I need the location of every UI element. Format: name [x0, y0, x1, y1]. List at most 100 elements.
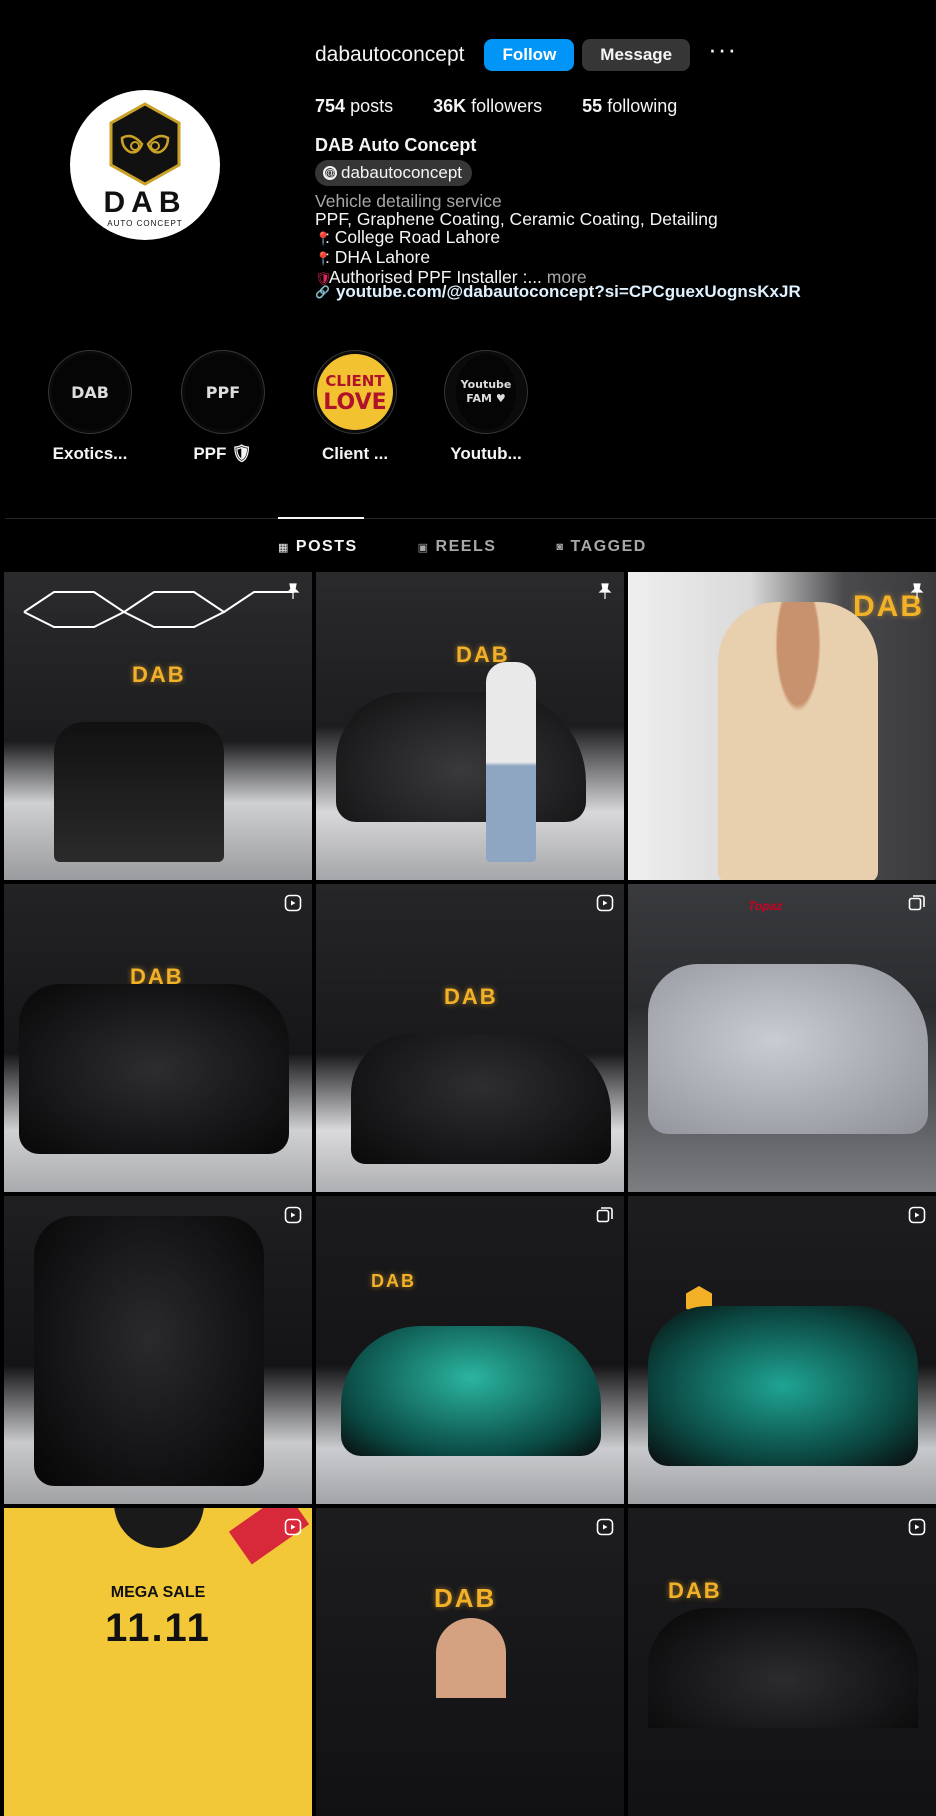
post-thumbnail[interactable]: DAB — [316, 1196, 624, 1504]
highlight-cover-bottom: LOVE — [323, 390, 387, 415]
tabs-divider — [5, 518, 936, 519]
pin-icon — [910, 583, 924, 599]
person-figure — [486, 662, 536, 862]
post-caption-date: 11.11 — [105, 1606, 211, 1650]
post-thumbnail[interactable]: DAB — [628, 572, 936, 880]
people-figure — [54, 722, 224, 862]
profile-category: Vehicle detailing service — [315, 191, 502, 211]
post-thumbnail[interactable]: MEGA SALE 11.11 — [4, 1508, 312, 1816]
reel-icon — [284, 1518, 302, 1536]
dab-logo-icon — [109, 102, 181, 186]
post-thumbnail[interactable]: DAB — [316, 1508, 624, 1816]
following-stat[interactable]: 55 following — [582, 96, 677, 117]
post-caption: MEGA SALE — [110, 1584, 206, 1601]
tab-label: REELS — [435, 538, 497, 555]
bio-line: : College Road Lahore — [325, 227, 501, 247]
post-thumbnail[interactable]: DAB — [4, 572, 312, 880]
highlight-exotics[interactable]: DAB Exotics... — [47, 350, 133, 464]
suv-shape — [336, 692, 586, 822]
active-tab-indicator — [278, 517, 364, 519]
highlight-label: PPF 🛡 — [193, 444, 253, 463]
following-count: 55 — [582, 96, 603, 116]
reel-icon — [908, 1518, 926, 1536]
threads-badge[interactable]: @ dabautoconcept — [315, 160, 472, 186]
highlight-cover: DAB — [48, 350, 132, 434]
sale-ribbon — [228, 1508, 310, 1565]
threads-handle: dabautoconcept — [341, 163, 462, 182]
highlight-cover: PPF — [181, 350, 265, 434]
reel-icon — [596, 894, 614, 912]
bmw-i8-shape — [341, 1326, 601, 1456]
highlight-cover: Youtube FAM ♥ — [444, 350, 528, 434]
post-thumbnail[interactable]: DAB — [628, 1508, 936, 1816]
reel-icon — [284, 1206, 302, 1224]
tab-tagged[interactable]: ◙ TAGGED — [556, 538, 646, 556]
tagged-icon: ◙ — [556, 541, 565, 553]
person-figure — [718, 602, 878, 880]
van-shape — [34, 1216, 264, 1486]
pickup-truck-shape — [19, 984, 289, 1154]
posts-count: 754 — [315, 96, 346, 116]
message-button[interactable]: Message — [582, 39, 691, 71]
profile-bio: Vehicle detailing service PPF, Graphene … — [315, 192, 718, 288]
carousel-icon — [908, 895, 925, 911]
silver-sedan-shape — [648, 964, 928, 1134]
post-thumbnail[interactable]: Topaz — [628, 884, 936, 1192]
profile-link[interactable]: 🔗 youtube.com/@dabautoconcept?si=CPCguex… — [315, 282, 801, 302]
location-pin-icon: 📍 — [315, 251, 332, 266]
highlight-cover-text: DAB — [52, 354, 128, 430]
post-caption: DAB — [371, 1271, 416, 1291]
profile-full-name: DAB Auto Concept — [315, 135, 477, 155]
posts-label: posts — [350, 96, 394, 116]
follow-button[interactable]: Follow — [484, 39, 575, 71]
posts-count-stat: 754 posts — [315, 96, 393, 117]
post-thumbnail[interactable] — [628, 1196, 936, 1504]
highlight-label: Youtub... — [450, 444, 522, 463]
pin-icon — [286, 583, 300, 599]
reel-icon — [284, 894, 302, 912]
profile-avatar[interactable]: DAB AUTO CONCEPT — [70, 90, 220, 240]
highlight-label: Client ... — [321, 444, 389, 463]
highlight-youtube[interactable]: Youtube FAM ♥ Youtub... — [443, 350, 529, 464]
post-caption: DAB — [668, 1578, 722, 1603]
bio-line: PPF, Graphene Coating, Ceramic Coating, … — [315, 209, 718, 229]
highlight-client-love[interactable]: CLIENT LOVE Client ... — [312, 350, 398, 464]
reel-icon — [596, 1518, 614, 1536]
tab-posts[interactable]: ▦ POSTS — [278, 538, 358, 556]
avatar-subtitle: AUTO CONCEPT — [107, 219, 183, 228]
sedan-shape — [351, 1034, 611, 1164]
highlight-cover: CLIENT LOVE — [313, 350, 397, 434]
link-icon: 🔗 — [315, 285, 330, 299]
post-caption: DAB — [434, 1583, 497, 1613]
highlight-ppf[interactable]: PPF PPF 🛡 — [180, 350, 266, 464]
profile-tabs: ▦ POSTS ▣ REELS ◙ TAGGED — [278, 538, 647, 556]
avatar-brand: DAB — [103, 186, 187, 219]
car-shape — [648, 1608, 918, 1728]
followers-stat[interactable]: 36K followers — [433, 96, 542, 117]
tab-label: TAGGED — [570, 538, 647, 555]
profile-stats: 754 posts 36K followers 55 following — [315, 96, 677, 117]
post-thumbnail[interactable]: DAB — [316, 884, 624, 1192]
hex-light-ceiling — [23, 591, 294, 628]
location-pin-icon: 📍 — [315, 231, 332, 246]
post-caption: Topaz — [748, 899, 783, 913]
followers-count: 36K — [433, 96, 467, 116]
tab-reels[interactable]: ▣ REELS — [418, 538, 497, 556]
reels-icon: ▣ — [417, 541, 430, 554]
post-thumbnail[interactable]: DAB — [4, 884, 312, 1192]
more-options-icon[interactable]: ··· — [708, 36, 737, 66]
following-label: following — [607, 96, 678, 116]
bio-line: : DHA Lahore — [325, 247, 431, 267]
reel-icon — [908, 1206, 926, 1224]
post-thumbnail[interactable]: DAB — [316, 572, 624, 880]
followers-label: followers — [471, 96, 543, 116]
pin-icon — [598, 583, 612, 599]
threads-icon: @ — [323, 166, 337, 180]
post-thumbnail[interactable] — [4, 1196, 312, 1504]
profile-username: dabautoconcept — [315, 43, 465, 66]
post-caption: DAB — [132, 662, 186, 687]
bio-line-location-1: 📍: College Road Lahore — [315, 228, 718, 248]
highlight-label: Exotics... — [52, 444, 128, 463]
highlight-cover-text: Youtube FAM ♥ — [456, 354, 516, 430]
profile-link-text: youtube.com/@dabautoconcept?si=CPCguexUo… — [335, 282, 801, 301]
